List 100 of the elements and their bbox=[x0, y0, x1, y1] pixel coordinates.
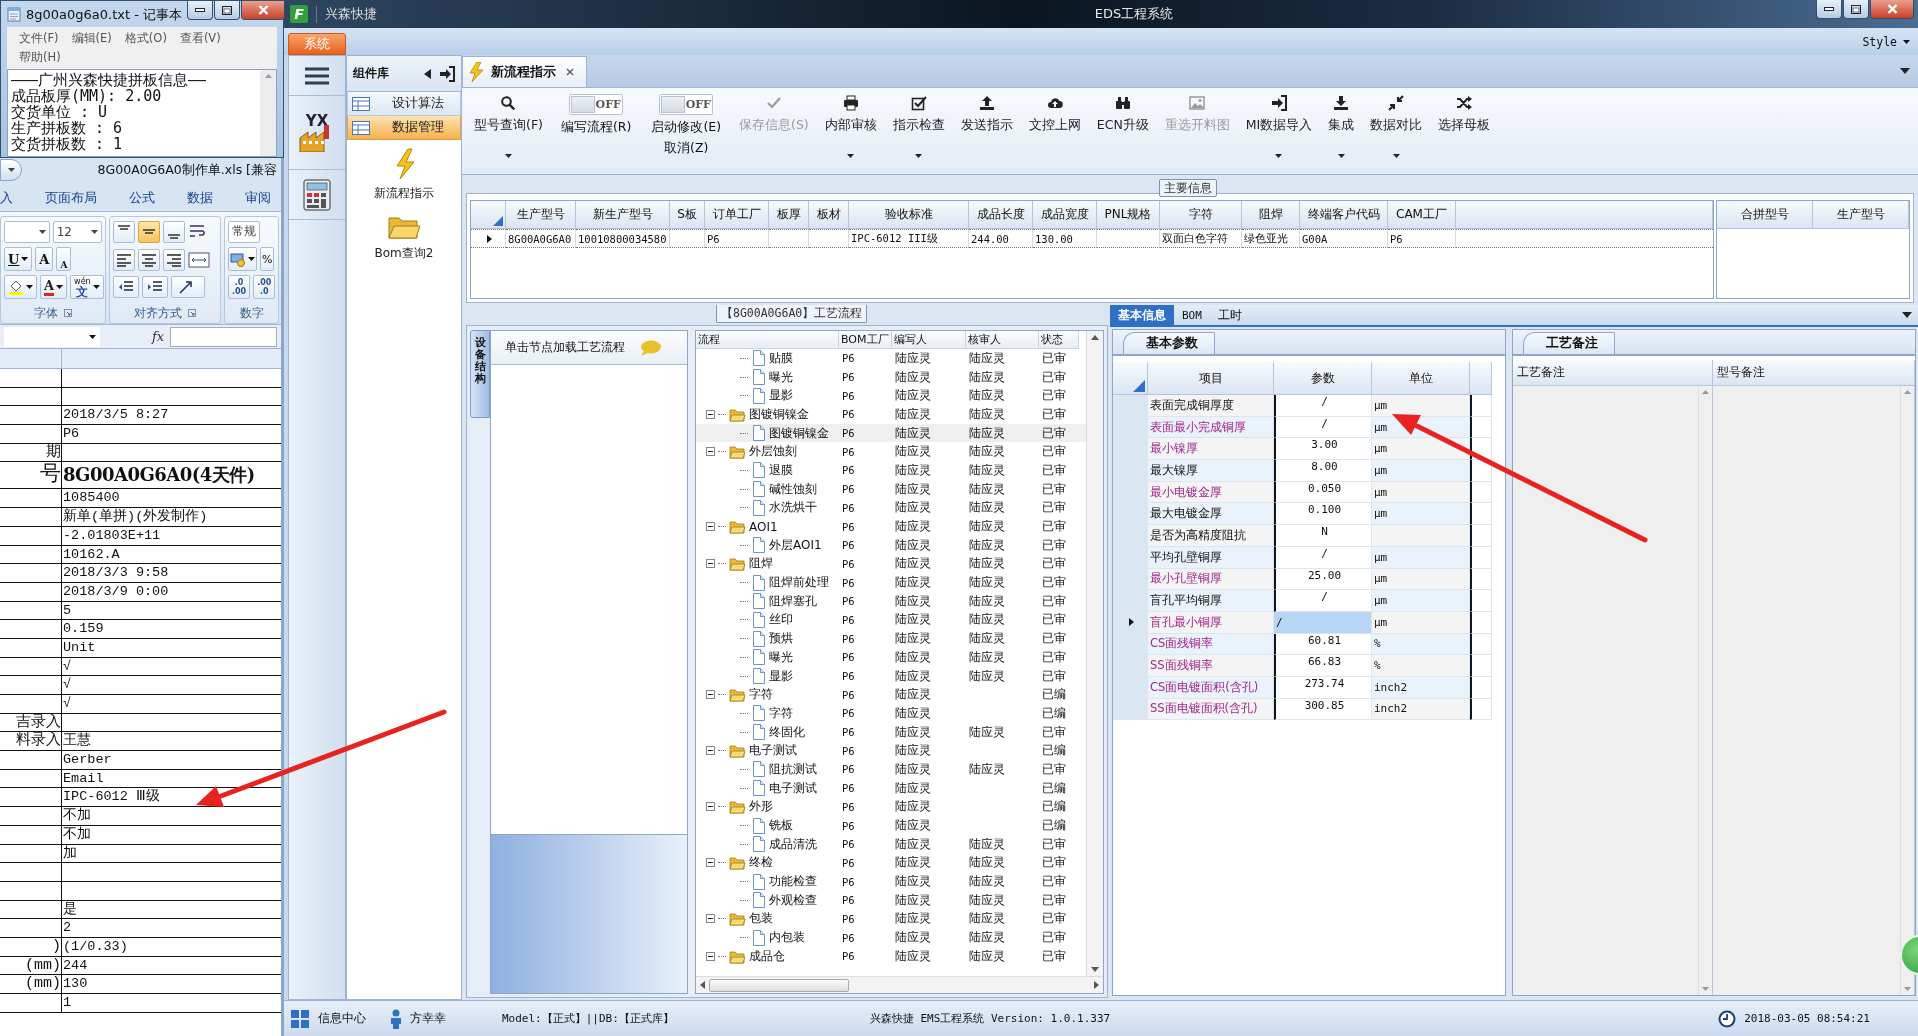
tree-row[interactable]: 贴膜 P6 陆应灵 陆应灵 已审 bbox=[696, 349, 1086, 368]
tree-node-label[interactable]: 碱性蚀刻 bbox=[769, 480, 817, 498]
tree-node-label[interactable]: 曝光 bbox=[769, 368, 793, 386]
table-row[interactable]: 盲孔最小铜厚 / μm bbox=[1113, 611, 1505, 634]
tree-node-label[interactable]: 内包装 bbox=[769, 929, 805, 947]
align-center-icon[interactable] bbox=[141, 252, 157, 267]
tree-row[interactable]: 碱性蚀刻 P6 陆应灵 陆应灵 已审 bbox=[696, 479, 1086, 499]
quick-access-button[interactable] bbox=[0, 159, 22, 181]
tree-row[interactable]: 预烘 P6 陆应灵 陆应灵 已审 bbox=[696, 629, 1086, 648]
tree-node-label[interactable]: 电子测试 bbox=[749, 742, 797, 760]
panel-tab[interactable]: 基本参数 bbox=[1123, 332, 1215, 354]
align-button[interactable] bbox=[163, 220, 185, 243]
menu-item[interactable]: 帮助(H) bbox=[19, 48, 61, 67]
percent-button[interactable]: % bbox=[260, 247, 275, 272]
collapse-toggle-icon[interactable] bbox=[706, 858, 715, 868]
tree-row[interactable]: 成品仓 P6 陆应灵 陆应灵 已审 bbox=[696, 947, 1086, 966]
tree-node-label[interactable]: 成品仓 bbox=[749, 947, 785, 965]
tree-node-label[interactable]: 预烘 bbox=[769, 630, 793, 648]
collapse-toggle-icon[interactable] bbox=[706, 559, 715, 569]
menu-item[interactable]: 格式(O) bbox=[124, 29, 167, 48]
table-row[interactable]: 最大镍厚 8.00 μm bbox=[1113, 460, 1505, 482]
toolbar-button[interactable]: 数据对比 bbox=[1364, 90, 1429, 170]
table-row[interactable]: 平均孔壁铜厚 / μm bbox=[1113, 546, 1505, 569]
toggle-label[interactable]: 编写流程(R) bbox=[560, 119, 632, 136]
collapse-toggle-icon[interactable] bbox=[706, 522, 715, 532]
tree-node-label[interactable]: 水洗烘干 bbox=[769, 499, 817, 517]
tree-node-label[interactable]: AOI1 bbox=[749, 519, 778, 534]
tree-row[interactable]: 外形 P6 陆应灵 已编 bbox=[696, 797, 1086, 817]
scrollbar[interactable] bbox=[260, 70, 276, 156]
menu-item[interactable]: 文件(F) bbox=[19, 29, 59, 48]
tree-row[interactable]: 功能检查 P6 陆应灵 陆应灵 已审 bbox=[696, 872, 1086, 891]
toggle-switch[interactable]: OFF bbox=[569, 94, 624, 115]
tree-node-label[interactable]: 包装 bbox=[749, 910, 773, 928]
style-menu[interactable]: Style bbox=[1862, 34, 1910, 49]
tree-row[interactable]: 字符 P6 陆应灵 已编 bbox=[696, 704, 1086, 723]
table-row[interactable]: 表面完成铜厚度 / μm bbox=[1113, 395, 1505, 417]
table-row[interactable]: SS面残铜率 66.83 % bbox=[1113, 655, 1505, 677]
table-row[interactable]: 最小镍厚 3.00 μm bbox=[1113, 438, 1505, 461]
toolbar-button[interactable]: ECN升级 bbox=[1090, 90, 1155, 170]
maximize-button[interactable] bbox=[1843, 0, 1869, 19]
tree-row[interactable]: 阻焊塞孔 P6 陆应灵 陆应灵 已审 bbox=[696, 591, 1086, 611]
table-row[interactable]: 最小孔壁铜厚 25.00 μm bbox=[1113, 568, 1505, 591]
tree-node-label[interactable]: 阻焊 bbox=[749, 555, 773, 573]
windows-grid-icon[interactable] bbox=[290, 1008, 310, 1029]
tree-row[interactable]: 阻焊 P6 陆应灵 陆应灵 已审 bbox=[696, 554, 1086, 574]
tree-row[interactable]: AOI1 P6 陆应灵 陆应灵 已审 bbox=[696, 517, 1086, 536]
tree-node-label[interactable]: 字符 bbox=[769, 704, 793, 722]
close-button[interactable] bbox=[1870, 0, 1914, 19]
toolbar-button[interactable]: 选择母板 bbox=[1432, 90, 1497, 170]
panel-item[interactable]: 设计算法 bbox=[347, 92, 461, 116]
table-row[interactable]: 盲孔平均铜厚 / μm bbox=[1113, 590, 1505, 612]
tree-node-label[interactable]: 字符 bbox=[749, 686, 773, 704]
phonetic-button[interactable]: wén 文 bbox=[70, 275, 104, 300]
font-color-button[interactable]: A bbox=[40, 275, 68, 300]
collapse-toggle-icon[interactable] bbox=[706, 951, 715, 961]
collapse-left-icon[interactable] bbox=[424, 68, 431, 79]
tree-node-label[interactable]: 显影 bbox=[769, 667, 793, 685]
decimal-button[interactable]: .00 .0 bbox=[253, 275, 276, 300]
toolbar-button[interactable]: MI数据导入 bbox=[1239, 90, 1319, 170]
tree-row[interactable]: 图镀铜镍金 P6 陆应灵 陆应灵 已审 bbox=[696, 405, 1086, 424]
ribbon-tab[interactable]: 入 bbox=[0, 189, 13, 207]
tree-row[interactable]: 丝印 P6 陆应灵 陆应灵 已审 bbox=[696, 610, 1086, 630]
collapse-toggle-icon[interactable] bbox=[706, 690, 715, 700]
menu-icon[interactable] bbox=[304, 65, 330, 86]
toolbar-button[interactable]: 指示检查 bbox=[886, 90, 951, 170]
tree-node-label[interactable]: 阻抗测试 bbox=[769, 760, 817, 778]
tree-row[interactable]: 外观检查 P6 陆应灵 陆应灵 已审 bbox=[696, 890, 1086, 910]
font-size-field[interactable]: 12 bbox=[52, 220, 102, 243]
tree-row[interactable]: 成品清洗 P6 陆应灵 陆应灵 已审 bbox=[696, 834, 1086, 854]
ribbon-tab[interactable]: 公式 bbox=[129, 189, 155, 207]
tree-row[interactable]: 字符 P6 陆应灵 已编 bbox=[696, 685, 1086, 705]
tree-row[interactable]: 显影 P6 陆应灵 陆应灵 已审 bbox=[696, 666, 1086, 686]
dialog-launcher-icon[interactable] bbox=[188, 309, 196, 318]
tree-row[interactable]: 电子测试 P6 陆应灵 已编 bbox=[696, 741, 1086, 761]
close-tab-button[interactable] bbox=[564, 66, 576, 78]
ribbon-tab[interactable]: 数据 bbox=[187, 189, 213, 207]
align-button[interactable] bbox=[138, 220, 160, 243]
currency-button[interactable] bbox=[228, 247, 257, 272]
tree-row[interactable]: 阻抗测试 P6 陆应灵 陆应灵 已审 bbox=[696, 760, 1086, 779]
scrollbar[interactable] bbox=[1086, 331, 1103, 976]
collapse-toggle-icon[interactable] bbox=[706, 914, 715, 924]
tree-row[interactable]: 终固化 P6 陆应灵 陆应灵 已审 bbox=[696, 722, 1086, 742]
tree-node-label[interactable]: 外观检查 bbox=[769, 891, 817, 909]
tree-row[interactable]: 外层AOI1 P6 陆应灵 陆应灵 已审 bbox=[696, 535, 1086, 555]
toolbar-button[interactable]: 型号查询(F) bbox=[468, 90, 549, 170]
tree-node-label[interactable]: 阻焊前处理 bbox=[769, 574, 829, 592]
formula-field[interactable] bbox=[170, 326, 277, 347]
tree-row[interactable]: 电子测试 P6 陆应灵 已编 bbox=[696, 778, 1086, 798]
toolbar-button[interactable]: 内部审核 bbox=[818, 90, 883, 170]
tree-row[interactable]: 曝光 P6 陆应灵 陆应灵 已审 bbox=[696, 367, 1086, 387]
tree-row[interactable]: 水洗烘干 P6 陆应灵 陆应灵 已审 bbox=[696, 498, 1086, 518]
align-right-icon[interactable] bbox=[166, 252, 182, 267]
underline-button[interactable]: U bbox=[4, 247, 33, 272]
tree-node-label[interactable]: 外形 bbox=[749, 798, 773, 816]
close-button[interactable] bbox=[241, 1, 286, 20]
tree-node-label[interactable]: 丝印 bbox=[769, 611, 793, 629]
tree-node-label[interactable]: 退膜 bbox=[769, 461, 793, 479]
tree-row[interactable]: 终检 P6 陆应灵 陆应灵 已审 bbox=[696, 853, 1086, 873]
menu-item[interactable]: 查看(V) bbox=[179, 29, 221, 48]
tree-node-label[interactable]: 图镀铜镍金 bbox=[749, 405, 809, 423]
